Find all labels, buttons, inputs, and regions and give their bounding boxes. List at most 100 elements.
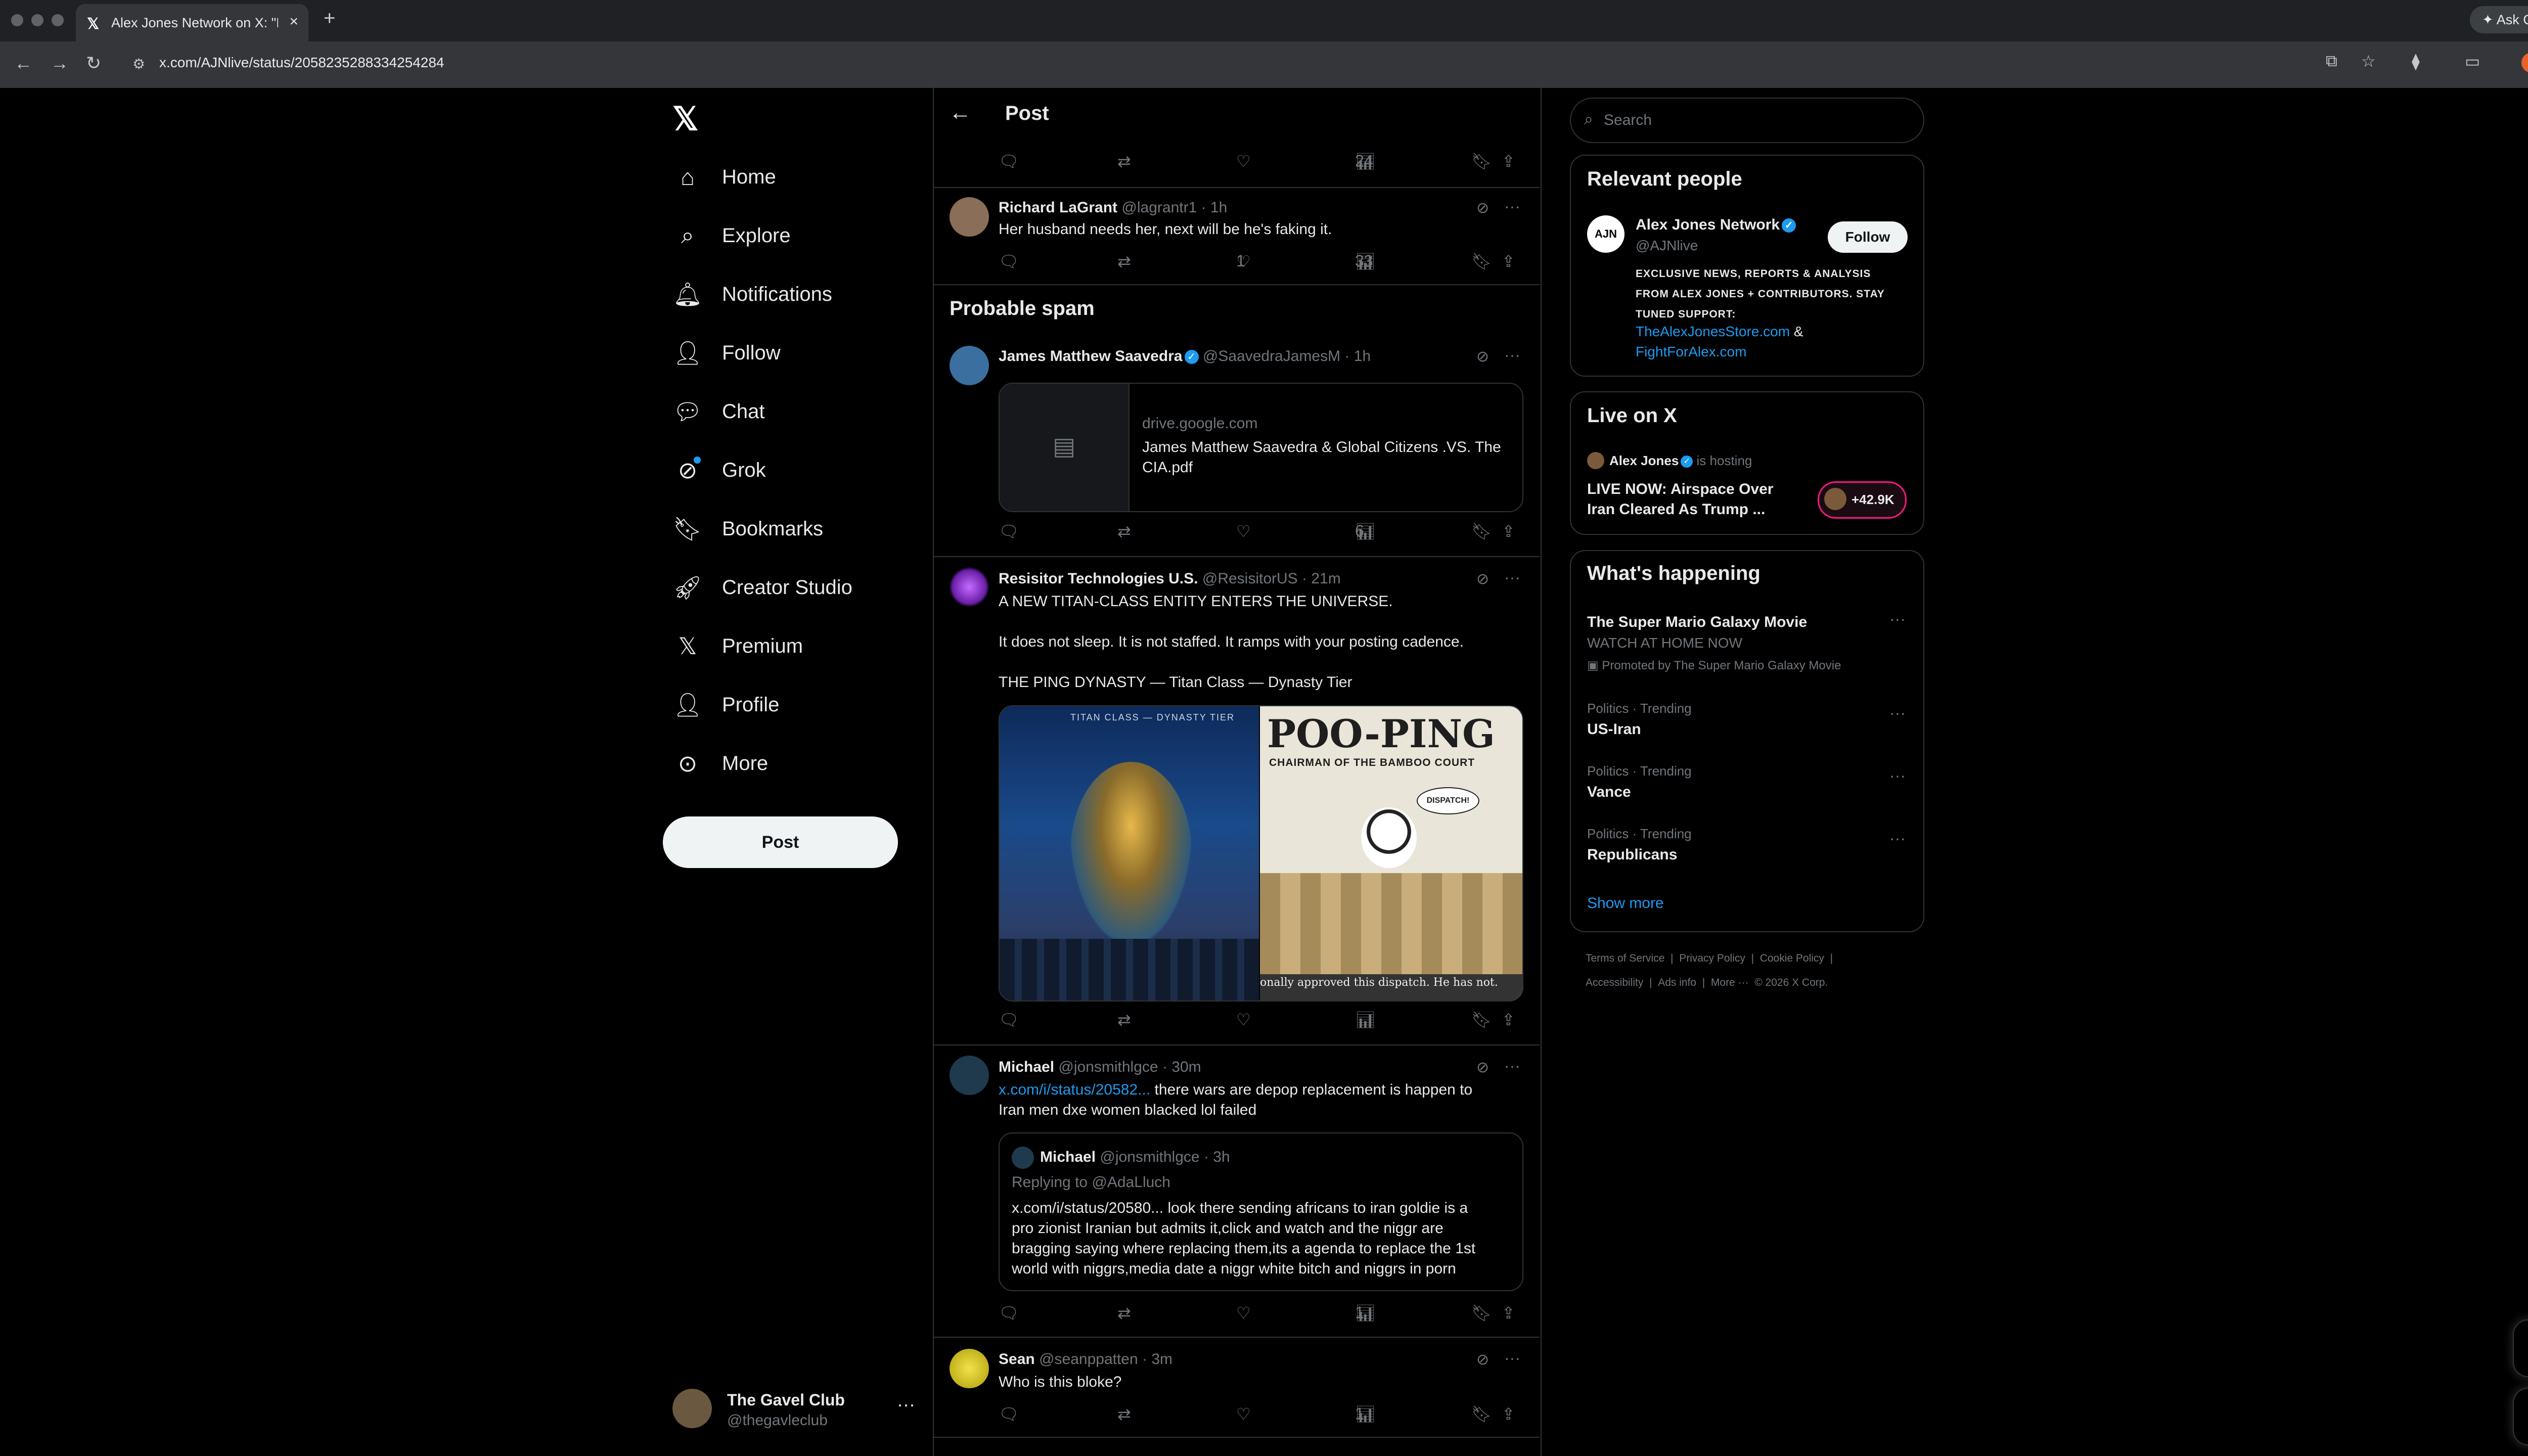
like-icon[interactable]: ♡ (1236, 152, 1251, 171)
reply-icon[interactable]: 🗨︎ (999, 252, 1019, 271)
nav-home[interactable]: ⌂ Home (672, 157, 776, 197)
reply-icon[interactable]: 🗨︎ (999, 1010, 1019, 1029)
install-app-icon[interactable]: ⧉ (2326, 52, 2337, 71)
bio-link[interactable]: TheAlexJonesStore.com (1636, 324, 1790, 339)
nav-profile[interactable]: 👤︎ Profile (672, 685, 780, 725)
window-zoom-button[interactable] (52, 14, 64, 26)
address-bar-url[interactable]: x.com/AJNlive/status/2058235288334254284 (159, 55, 444, 71)
repost-icon[interactable]: ⇄ (1117, 1404, 1131, 1424)
footer-cookie-link[interactable]: Cookie Policy (1760, 952, 1824, 964)
avatar[interactable] (950, 1056, 989, 1095)
link-card[interactable]: ▤ drive.google.com James Matthew Saavedr… (999, 383, 1523, 512)
reply-icon[interactable]: 🗨︎ (999, 152, 1019, 171)
back-arrow-icon[interactable]: ← (949, 100, 971, 125)
reply-icon[interactable]: 🗨︎ (999, 1303, 1019, 1323)
post-more-icon[interactable]: ··· (1504, 1349, 1520, 1368)
reload-icon[interactable]: ↻ (86, 53, 101, 74)
bookmark-icon[interactable]: 🔖︎ (1471, 522, 1492, 541)
footer-accessibility-link[interactable]: Accessibility (1586, 977, 1643, 988)
post-button[interactable]: Post (663, 816, 898, 868)
follow-button[interactable]: Follow (1828, 221, 1908, 253)
grok-icon[interactable]: ⊘ (1476, 1351, 1489, 1369)
post-more-icon[interactable]: ··· (1504, 197, 1520, 216)
show-more-link[interactable]: Show more (1587, 895, 1664, 912)
avatar[interactable]: AJN (1587, 215, 1624, 253)
avatar[interactable] (950, 197, 989, 237)
reading-list-icon[interactable]: ▭ (2465, 52, 2480, 71)
avatar[interactable] (950, 567, 989, 607)
post-more-icon[interactable]: ··· (1504, 1057, 1520, 1075)
like-icon[interactable]: ♡ (1236, 1404, 1251, 1424)
share-icon[interactable]: ⇪ (1502, 522, 1515, 541)
trend-more-icon[interactable]: ··· (1889, 829, 1906, 848)
post-author[interactable]: Michael @jonsmithlgce · 30m (999, 1059, 1201, 1076)
post-author[interactable]: James Matthew Saavedra ✓ @SaavedraJamesM … (999, 348, 1371, 365)
trend-more-icon[interactable]: ··· (1889, 704, 1906, 722)
window-minimize-button[interactable] (31, 14, 43, 26)
grok-icon[interactable]: ⊘ (1476, 199, 1489, 217)
bookmark-icon[interactable]: 🔖︎ (1471, 1404, 1492, 1424)
media-image-dragon[interactable]: TITAN CLASS — DYNASTY TIER (1000, 706, 1259, 1000)
share-icon[interactable]: ⇪ (1502, 152, 1515, 171)
search-input[interactable]: ⌕ Search (1570, 98, 1924, 143)
post-link[interactable]: x.com/i/status/20582... (999, 1081, 1150, 1098)
trend-more-icon[interactable]: ··· (1889, 766, 1906, 785)
nav-more[interactable]: ⊙ More (672, 743, 768, 784)
footer-more-link[interactable]: More ··· (1711, 977, 1749, 988)
bookmark-star-icon[interactable]: ☆ (2361, 52, 2376, 71)
repost-icon[interactable]: ⇄ (1117, 522, 1131, 541)
avatar[interactable] (950, 1349, 989, 1388)
bookmark-icon[interactable]: 🔖︎ (1471, 152, 1492, 171)
bookmark-icon[interactable]: 🔖︎ (1471, 252, 1492, 271)
live-listeners-pill[interactable]: +42.9K (1818, 481, 1907, 519)
footer-privacy-link[interactable]: Privacy Policy (1679, 952, 1745, 964)
share-icon[interactable]: ⇪ (1502, 252, 1515, 271)
share-icon[interactable]: ⇪ (1502, 1303, 1515, 1323)
trend-more-icon[interactable]: ··· (1889, 610, 1906, 628)
x-logo-icon[interactable]: 𝕏 (672, 100, 699, 138)
repost-icon[interactable]: ⇄ (1117, 1303, 1131, 1323)
like-icon[interactable]: ♡ (1236, 522, 1251, 541)
nav-notifications[interactable]: 🔔︎ Notifications (672, 274, 832, 314)
repost-icon[interactable]: ⇄ (1117, 1010, 1131, 1029)
bookmark-icon[interactable]: 🔖︎ (1471, 1303, 1492, 1323)
bookmark-icon[interactable]: 🔖︎ (1471, 1010, 1492, 1029)
chat-fab-button[interactable]: 💬︎ (2513, 1388, 2528, 1445)
footer-terms-link[interactable]: Terms of Service (1586, 952, 1664, 964)
media-image-panda[interactable]: POO-PING CHAIRMAN OF THE BAMBOO COURT DI… (1260, 706, 1522, 1000)
post-author[interactable]: Resisitor Technologies U.S. @ResisitorUS… (999, 570, 1341, 587)
live-host[interactable]: Alex Jones ✓ is hosting (1609, 453, 1752, 469)
nav-explore[interactable]: ⌕ Explore (672, 215, 791, 256)
share-icon[interactable]: ⇪ (1502, 1010, 1515, 1029)
post-more-icon[interactable]: ··· (1504, 568, 1520, 587)
post-more-icon[interactable]: ··· (1504, 346, 1520, 365)
reply-icon[interactable]: 🗨︎ (999, 522, 1019, 541)
nav-follow[interactable]: 👤︎ Follow (672, 333, 781, 373)
person-name[interactable]: Alex Jones Network ✓ (1636, 216, 1796, 234)
repost-icon[interactable]: ⇄ (1117, 152, 1131, 171)
footer-ads-link[interactable]: Ads info (1658, 977, 1696, 988)
live-title[interactable]: LIVE NOW: Airspace Over Iran Cleared As … (1587, 479, 1773, 520)
browser-tab[interactable]: 𝕏 Alex Jones Network on X: "LI × (76, 4, 308, 41)
grok-icon[interactable]: ⊘ (1476, 570, 1489, 588)
like-icon[interactable]: ♡ (1236, 1303, 1251, 1323)
grok-icon[interactable]: ⊘ (1476, 348, 1489, 366)
account-switcher[interactable]: The Gavel Club @thegavleclub ··· (672, 1383, 915, 1433)
new-tab-icon[interactable]: + (324, 7, 335, 30)
back-arrow-icon[interactable]: ← (14, 53, 32, 74)
post-author[interactable]: Richard LaGrant @lagrantr1 · 1h (999, 199, 1227, 216)
grok-fab-button[interactable]: ⊘ (2513, 1320, 2528, 1377)
extensions-icon[interactable]: ⧫ (2412, 52, 2420, 71)
bio-link[interactable]: FightForAlex.com (1636, 344, 1746, 359)
grok-icon[interactable]: ⊘ (1476, 1059, 1489, 1076)
post-media[interactable]: TITAN CLASS — DYNASTY TIER POO-PING CHAI… (999, 705, 1523, 1002)
views-icon[interactable]: 📊︎ (1355, 1010, 1376, 1029)
forward-arrow-icon[interactable]: → (51, 53, 69, 74)
repost-icon[interactable]: ⇄ (1117, 252, 1131, 271)
nav-premium[interactable]: 𝕏 Premium (672, 626, 803, 666)
tab-close-icon[interactable]: × (289, 13, 298, 30)
nav-bookmarks[interactable]: 🔖︎ Bookmarks (672, 509, 823, 549)
like-icon[interactable]: ♡ (1236, 1010, 1251, 1029)
window-close-button[interactable] (11, 14, 23, 26)
ask-gemini-button[interactable]: ✦ Ask Gemini (2470, 6, 2528, 33)
